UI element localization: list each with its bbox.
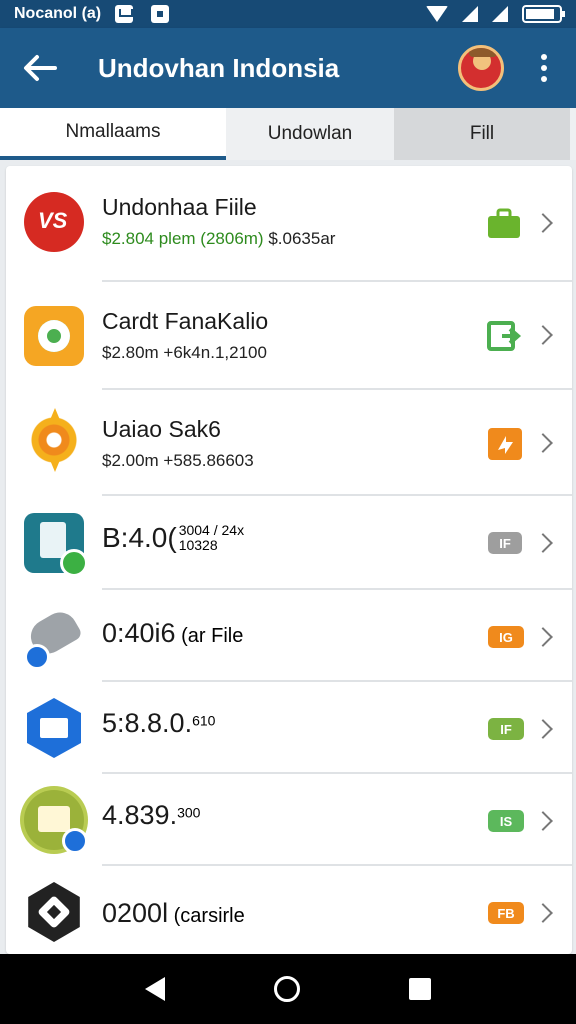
page-title: Undovhan Indonsia xyxy=(98,52,340,83)
signal-icon-2 xyxy=(492,6,508,22)
item-title: B:4.0( xyxy=(102,522,177,553)
item-subtitle: $2.80m +6k4n.1,2100 xyxy=(102,343,267,362)
chevron-right-icon xyxy=(533,811,553,831)
item-title: 5:8.8.0. xyxy=(102,708,193,738)
signal-icon xyxy=(462,6,478,22)
list-item[interactable]: 0200l (carsirle FB xyxy=(6,866,572,954)
list-item[interactable]: Cardt FanaKalio $2.80m +6k4n.1,2100 xyxy=(6,282,572,390)
list-item[interactable]: B:4.0( 3004 / 24x 10328 IF xyxy=(6,496,572,590)
briefcase-icon xyxy=(488,208,520,238)
list-item[interactable]: 5:8.8.0.610 IF xyxy=(6,682,572,774)
item-title-sup: 610 xyxy=(192,712,216,729)
item-title: Undonhaa Fiile xyxy=(102,194,257,220)
chevron-right-icon xyxy=(533,533,553,553)
nav-back-icon[interactable] xyxy=(144,977,165,1001)
item-title-sup: 300 xyxy=(177,804,201,821)
list-item[interactable]: 4.839.300 IS xyxy=(6,774,572,866)
tab-nmallaams[interactable]: Nmallaams xyxy=(0,108,226,160)
file-type-badge: IG xyxy=(488,626,524,648)
item-price: $2.804 plem (2806m) xyxy=(102,229,264,248)
certificate-icon xyxy=(24,790,88,854)
back-button[interactable] xyxy=(0,28,80,108)
share-icon xyxy=(488,428,522,460)
list-item[interactable]: Uaiao Sak6 $2.00m +585.86603 xyxy=(6,390,572,496)
item-title-suffix: (ar File xyxy=(175,625,244,647)
list-item[interactable]: 0:40i6 (ar File IG xyxy=(6,590,572,682)
arrow-left-icon xyxy=(24,55,57,81)
tab-undowlan[interactable]: Undowlan xyxy=(226,108,394,160)
file-type-badge: IF xyxy=(488,718,524,740)
file-list: Undonhaa Fiile $2.804 plem (2806m) $.063… xyxy=(6,166,572,954)
item-title-suffix: (carsirle xyxy=(168,905,245,927)
calculator-icon xyxy=(24,513,88,577)
camera-icon xyxy=(24,606,84,670)
file-type-badge: FB xyxy=(488,902,524,924)
more-vertical-icon xyxy=(541,54,547,60)
status-bar: Nocanol (a) xyxy=(0,0,576,28)
tab-fill[interactable]: Fill xyxy=(394,108,570,160)
item-title: Cardt FanaKalio xyxy=(102,308,269,334)
chevron-right-icon xyxy=(533,433,553,453)
chevron-right-icon xyxy=(533,213,553,233)
battery-icon xyxy=(522,5,565,23)
notification-icon xyxy=(115,5,134,23)
tab-overflow xyxy=(570,108,576,160)
notification-square-icon xyxy=(151,5,170,23)
nav-home-icon[interactable] xyxy=(273,976,300,1002)
chevron-right-icon xyxy=(533,325,553,345)
item-title-detail: 3004 / 24x 10328 xyxy=(178,522,245,553)
item-subtitle: $.0635ar xyxy=(263,229,336,248)
export-icon xyxy=(487,321,522,351)
more-options-button[interactable] xyxy=(534,54,554,82)
carrier-label: Nocanol (a) xyxy=(14,5,102,22)
app-bar: Undovhan Indonsia xyxy=(0,28,576,108)
chevron-right-icon xyxy=(533,627,553,647)
sun-logo-icon xyxy=(24,408,84,472)
file-type-badge: IF xyxy=(488,532,522,554)
item-title: 0200l xyxy=(102,898,169,928)
file-type-badge: IS xyxy=(488,810,524,832)
tab-bar: Nmallaams Undowlan Fill xyxy=(0,108,576,160)
avatar[interactable] xyxy=(458,45,504,91)
mail-icon xyxy=(27,698,81,758)
item-title: Uaiao Sak6 xyxy=(102,416,221,442)
nav-recents-icon[interactable] xyxy=(409,978,432,1000)
shield-icon xyxy=(28,882,80,942)
vs-logo-icon xyxy=(24,192,84,252)
wifi-icon xyxy=(426,6,448,22)
item-subtitle: $2.00m +585.86603 xyxy=(102,451,254,470)
item-title: 4.839. xyxy=(102,800,178,830)
system-nav-bar xyxy=(0,954,576,1024)
list-item[interactable]: Undonhaa Fiile $2.804 plem (2806m) $.063… xyxy=(6,166,572,282)
item-title: 0:40i6 xyxy=(102,618,176,648)
chevron-right-icon xyxy=(533,903,553,923)
leaf-logo-icon xyxy=(24,306,84,366)
chevron-right-icon xyxy=(533,719,553,739)
